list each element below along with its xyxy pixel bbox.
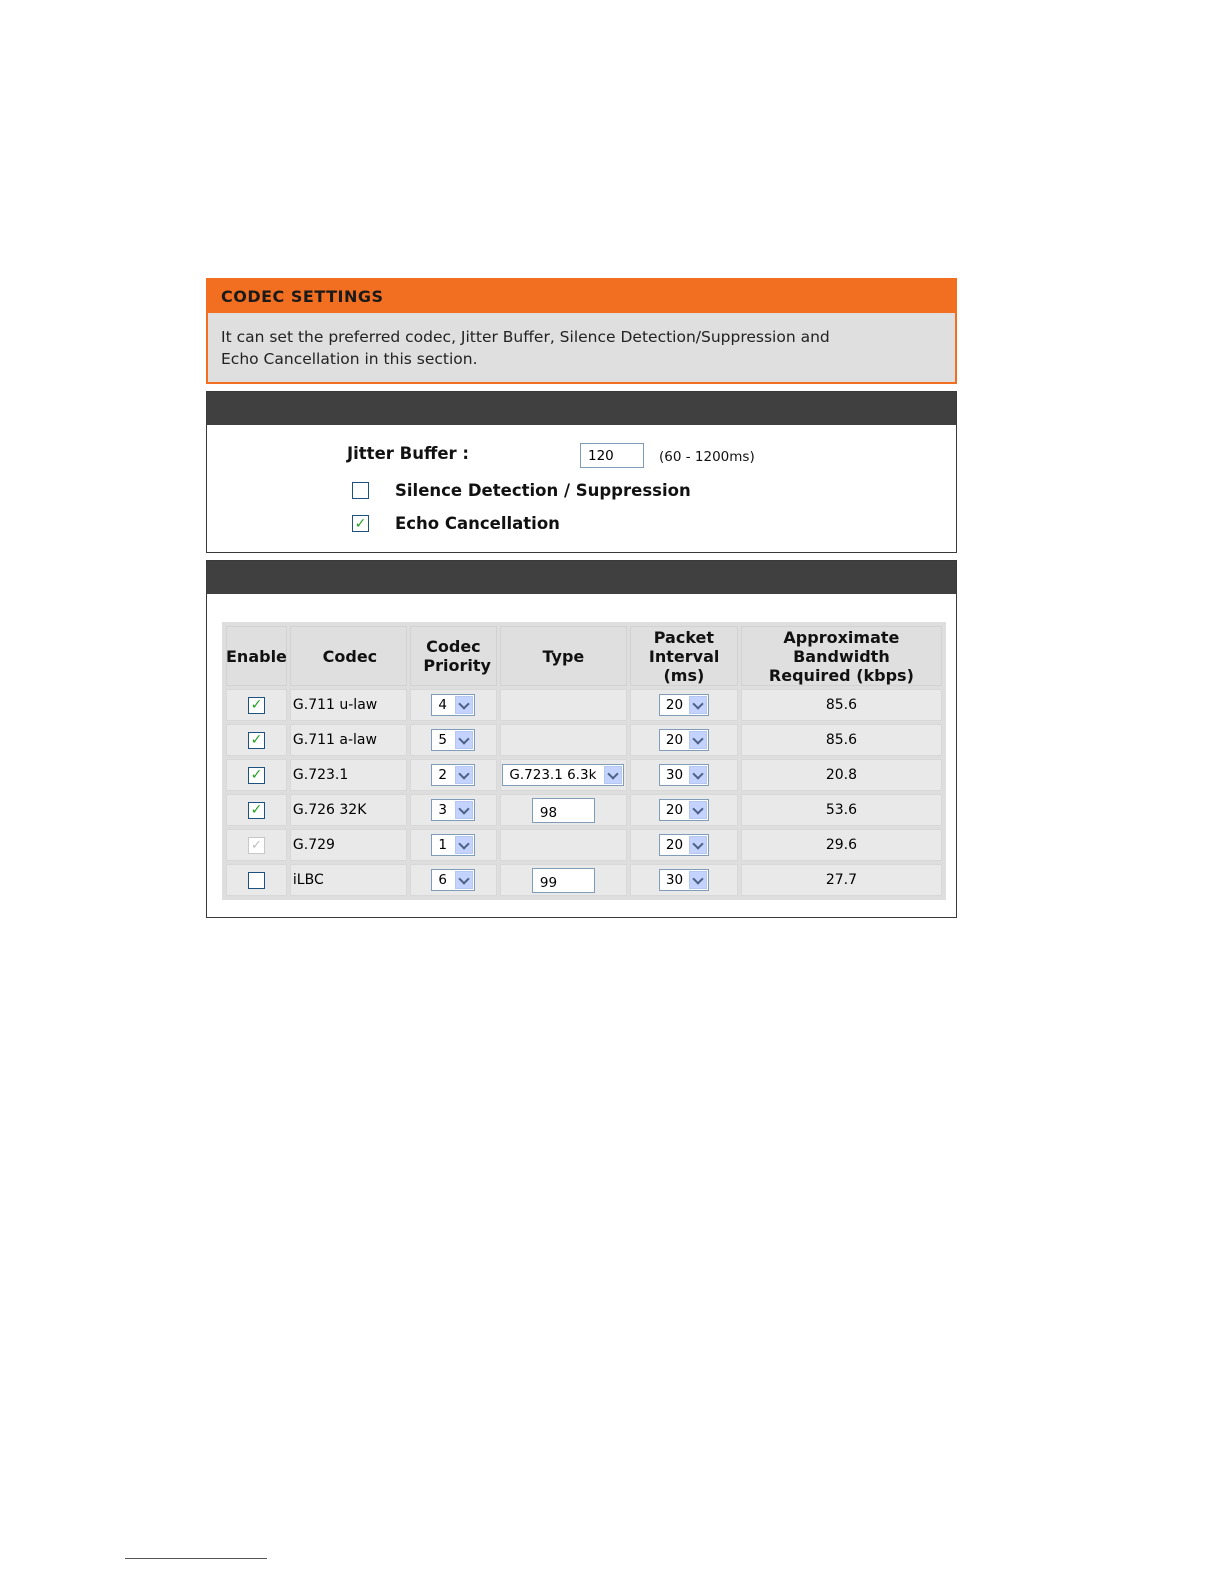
bandwidth-value: 85.6 [740, 689, 942, 721]
priority-value: 3 [438, 802, 447, 818]
priority-select[interactable]: 4 [431, 694, 476, 716]
chevron-down-icon[interactable] [455, 696, 474, 714]
codec-enable-checkbox[interactable] [247, 766, 265, 784]
payload-type-input[interactable] [531, 797, 595, 823]
silence-detection-row: Silence Detection / Suppression [352, 481, 691, 500]
col-codec: Codec [289, 626, 407, 686]
table-row: G.723.1 2 G.723.1 6.3k 30 20.8 [226, 759, 942, 791]
chevron-down-icon[interactable] [604, 766, 623, 784]
page-title: CODEC SETTINGS [221, 287, 384, 306]
chevron-down-icon[interactable] [688, 836, 707, 854]
chevron-down-icon[interactable] [688, 871, 707, 889]
priority-value: 5 [438, 732, 447, 748]
codec-table: Enable Codec Codec Priority Type Packet … [222, 622, 946, 900]
interval-select[interactable]: 20 [658, 729, 709, 751]
codec-name: G.711 u-law [289, 689, 407, 721]
codec-enable-checkbox[interactable] [247, 696, 265, 714]
payload-type-input[interactable] [531, 867, 595, 893]
interval-select[interactable]: 20 [658, 799, 709, 821]
col-packet-interval-label: Packet Interval (ms) [648, 627, 720, 685]
silence-detection-label: Silence Detection / Suppression [395, 481, 691, 500]
interval-value: 30 [665, 872, 684, 888]
col-bandwidth: Approximate Bandwidth Required (kbps) [740, 626, 942, 686]
table-header-row: Enable Codec Codec Priority Type Packet … [226, 626, 942, 686]
col-bandwidth-label: Approximate Bandwidth Required (kbps) [768, 627, 914, 685]
priority-select[interactable]: 3 [431, 799, 476, 821]
type-cell [499, 829, 627, 861]
interval-value: 20 [665, 697, 684, 713]
codec-enable-checkbox[interactable] [247, 871, 265, 889]
bandwidth-value: 20.8 [740, 759, 942, 791]
bandwidth-value: 53.6 [740, 794, 942, 826]
codec-table-panel: Enable Codec Codec Priority Type Packet … [206, 560, 957, 918]
section-bar [207, 392, 956, 425]
echo-cancellation-label: Echo Cancellation [395, 514, 560, 533]
bandwidth-value: 27.7 [740, 864, 942, 896]
jitter-row: Jitter Buffer : [347, 444, 469, 463]
col-packet-interval: Packet Interval (ms) [629, 626, 738, 686]
priority-select[interactable]: 5 [431, 729, 476, 751]
type-cell [499, 724, 627, 756]
interval-select[interactable]: 30 [658, 869, 709, 891]
voice-settings-panel: Jitter Buffer : (60 - 1200ms) Silence De… [206, 391, 957, 553]
table-row: G.711 a-law 5 20 85.6 [226, 724, 942, 756]
jitter-buffer-input[interactable] [580, 443, 644, 468]
interval-value: 20 [665, 802, 684, 818]
chevron-down-icon[interactable] [688, 766, 707, 784]
priority-select[interactable]: 1 [431, 834, 476, 856]
header-bar: CODEC SETTINGS [208, 280, 955, 313]
codec-enable-checkbox[interactable] [247, 801, 265, 819]
interval-value: 20 [665, 732, 684, 748]
chevron-down-icon[interactable] [455, 801, 474, 819]
interval-select[interactable]: 20 [658, 834, 709, 856]
chevron-down-icon[interactable] [455, 836, 474, 854]
codec-settings-header: CODEC SETTINGS It can set the preferred … [206, 278, 957, 384]
interval-value: 20 [665, 837, 684, 853]
codec-enable-checkbox[interactable] [247, 731, 265, 749]
priority-select[interactable]: 2 [431, 764, 476, 786]
type-select[interactable]: G.723.1 6.3k [502, 764, 625, 786]
interval-select[interactable]: 30 [658, 764, 709, 786]
table-row: G.729 1 20 29.6 [226, 829, 942, 861]
priority-value: 2 [438, 767, 447, 783]
footer-rule [125, 1558, 267, 1559]
col-priority-label: Codec Priority [423, 637, 491, 675]
chevron-down-icon[interactable] [688, 731, 707, 749]
bandwidth-value: 85.6 [740, 724, 942, 756]
codec-enable-checkbox [247, 836, 265, 854]
interval-select[interactable]: 20 [658, 694, 709, 716]
priority-value: 6 [438, 872, 447, 888]
page-description: It can set the preferred codec, Jitter B… [221, 328, 830, 368]
chevron-down-icon[interactable] [688, 696, 707, 714]
bandwidth-value: 29.6 [740, 829, 942, 861]
codec-name: G.726 32K [289, 794, 407, 826]
codec-name: G.711 a-law [289, 724, 407, 756]
silence-detection-checkbox[interactable] [352, 482, 369, 499]
col-priority: Codec Priority [409, 626, 497, 686]
codec-name: G.723.1 [289, 759, 407, 791]
priority-select[interactable]: 6 [431, 869, 476, 891]
chevron-down-icon[interactable] [455, 766, 474, 784]
priority-value: 4 [438, 697, 447, 713]
interval-value: 30 [665, 767, 684, 783]
priority-value: 1 [438, 837, 447, 853]
table-row: iLBC 6 30 27.7 [226, 864, 942, 896]
table-row: G.726 32K 3 20 53.6 [226, 794, 942, 826]
echo-cancellation-checkbox[interactable] [352, 515, 369, 532]
codec-name: iLBC [289, 864, 407, 896]
echo-cancellation-row: Echo Cancellation [352, 514, 560, 533]
chevron-down-icon[interactable] [688, 801, 707, 819]
jitter-buffer-label: Jitter Buffer : [347, 444, 470, 463]
chevron-down-icon[interactable] [455, 731, 474, 749]
table-row: G.711 u-law 4 20 85.6 [226, 689, 942, 721]
col-type: Type [499, 626, 627, 686]
section-bar [207, 561, 956, 594]
chevron-down-icon[interactable] [455, 871, 474, 889]
col-enable: Enable [226, 626, 287, 686]
jitter-range-hint: (60 - 1200ms) [659, 449, 755, 465]
type-value: G.723.1 6.3k [509, 767, 597, 783]
type-cell [499, 689, 627, 721]
codec-name: G.729 [289, 829, 407, 861]
